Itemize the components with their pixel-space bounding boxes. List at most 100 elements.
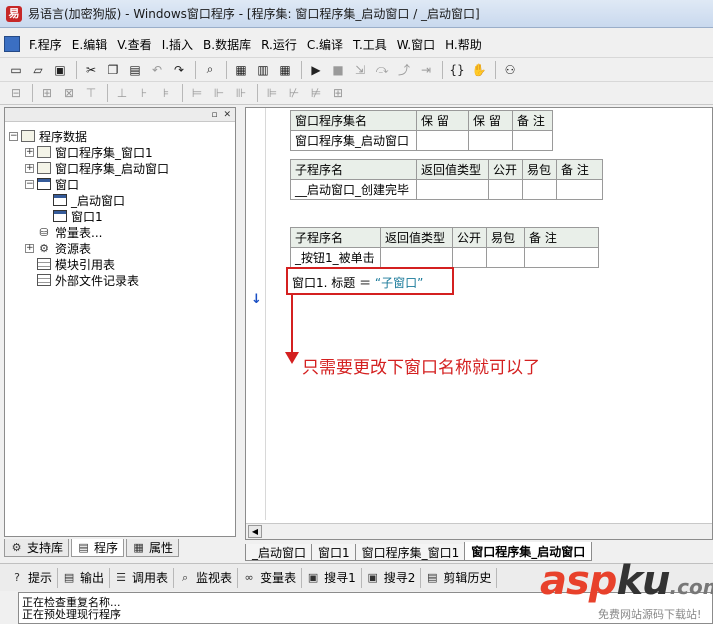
hint-icon: ?: [14, 571, 20, 584]
align-right-icon[interactable]: ⊠: [59, 83, 79, 103]
collapse-icon[interactable]: −: [9, 131, 18, 141]
layout-split-icon[interactable]: ▥: [253, 60, 273, 80]
expand-icon[interactable]: +: [25, 147, 34, 157]
new-file-icon[interactable]: ▭: [6, 60, 26, 80]
tab-support-library[interactable]: ⚙ 支持库: [4, 539, 70, 557]
table-cell[interactable]: [522, 179, 557, 200]
align-center-icon[interactable]: ⊞: [37, 83, 57, 103]
tree-item[interactable]: + 窗口程序集_窗口1: [9, 144, 235, 160]
align-middle-icon[interactable]: ⊥: [112, 83, 132, 103]
doc-tab-window1[interactable]: 窗口1: [311, 544, 357, 561]
expand-icon[interactable]: +: [25, 243, 34, 253]
braces-icon[interactable]: {}: [447, 60, 467, 80]
align-left-icon[interactable]: ⊟: [6, 83, 26, 103]
scroll-left-icon[interactable]: ◀: [248, 525, 262, 538]
table-cell[interactable]: [380, 247, 453, 268]
code-editor[interactable]: ↓ 窗口程序集名 保 留 保 留 备 注 窗口程序集_启动窗口 子程序名 返回值…: [245, 107, 713, 540]
cut-icon[interactable]: ✂: [81, 60, 101, 80]
annotation-arrow-line: [291, 294, 293, 354]
bottom-tab-search2[interactable]: ▣ 搜寻2: [362, 567, 422, 588]
tree-item[interactable]: − 程序数据: [9, 128, 235, 144]
tree-item[interactable]: 窗口1: [9, 208, 235, 224]
tree-item[interactable]: − 窗口: [9, 176, 235, 192]
align-bottom-icon[interactable]: ⊦: [134, 83, 154, 103]
run-icon[interactable]: ▶: [306, 60, 326, 80]
same-width-icon[interactable]: ⊧: [156, 83, 176, 103]
panel-restore-icon[interactable]: ▫: [211, 110, 217, 120]
layout-window-icon[interactable]: ▦: [231, 60, 251, 80]
collapse-icon[interactable]: −: [25, 179, 34, 189]
menu-edit[interactable]: E.编辑: [67, 36, 112, 53]
bottom-tab-clip-history[interactable]: ▤ 剪辑历史: [421, 567, 498, 588]
table-cell[interactable]: [488, 179, 523, 200]
doc-tab-assembly-window1[interactable]: 窗口程序集_窗口1: [354, 544, 467, 561]
table-cell[interactable]: [468, 130, 513, 151]
hand-icon[interactable]: ✋: [469, 60, 489, 80]
step-out-icon[interactable]: ⤴: [394, 60, 414, 80]
redo-icon[interactable]: ↷: [169, 60, 189, 80]
doc-tab-start-window[interactable]: _启动窗口: [245, 544, 314, 561]
step-over-icon[interactable]: ⤼: [372, 60, 392, 80]
app-icon: 易: [6, 5, 22, 22]
menu-help[interactable]: H.帮助: [440, 36, 487, 53]
toolbar-separator: [76, 60, 77, 79]
table-cell[interactable]: [452, 247, 487, 268]
tab-program[interactable]: ▤ 程序: [71, 539, 125, 557]
run-to-cursor-icon[interactable]: ⇥: [416, 60, 436, 80]
open-folder-icon[interactable]: ▱: [28, 60, 48, 80]
tree-item[interactable]: + ⚙ 资源表: [9, 240, 235, 256]
align-top-icon[interactable]: ⊤: [81, 83, 101, 103]
paste-icon[interactable]: ▤: [125, 60, 145, 80]
stop-icon[interactable]: ■: [328, 60, 348, 80]
table-cell[interactable]: [512, 130, 553, 151]
bottom-tab-output[interactable]: ▤ 输出: [58, 567, 111, 588]
save-icon[interactable]: ▣: [50, 60, 70, 80]
bottom-tab-watch[interactable]: ⌕ 监视表: [174, 567, 239, 588]
bottom-tab-hint[interactable]: ? 提示: [6, 567, 59, 588]
table-cell[interactable]: _按钮1_被单击: [290, 247, 381, 268]
layout-grid-icon[interactable]: ▦: [275, 60, 295, 80]
space-vertical-icon[interactable]: ⊫: [262, 83, 282, 103]
copy-icon[interactable]: ❐: [103, 60, 123, 80]
tree-item[interactable]: ⛁ 常量表...: [9, 224, 235, 240]
tree-item[interactable]: + 窗口程序集_启动窗口: [9, 160, 235, 176]
panel-close-icon[interactable]: ✕: [223, 110, 231, 120]
tree-item[interactable]: 外部文件记录表: [9, 272, 235, 288]
space-horizontal-icon[interactable]: ⊪: [231, 83, 251, 103]
menu-insert[interactable]: I.插入: [157, 36, 198, 53]
table-cell[interactable]: [416, 130, 469, 151]
grid-icon[interactable]: ⊞: [328, 83, 348, 103]
menu-run[interactable]: R.运行: [256, 36, 302, 53]
same-size-icon[interactable]: ⊩: [209, 83, 229, 103]
step-into-icon[interactable]: ⇲: [350, 60, 370, 80]
menu-view[interactable]: V.查看: [112, 36, 156, 53]
table-cell[interactable]: 窗口程序集_启动窗口: [290, 130, 417, 151]
find-icon[interactable]: ⌕: [200, 60, 220, 80]
table-cell[interactable]: __启动窗口_创建完毕: [290, 179, 417, 200]
menu-grip-icon: [4, 36, 20, 52]
bottom-tab-call-table[interactable]: ☰ 调用表: [110, 567, 175, 588]
bottom-tab-search1[interactable]: ▣ 搜寻1: [302, 567, 362, 588]
tab-properties[interactable]: ▦ 属性: [126, 539, 180, 557]
same-height-icon[interactable]: ⊨: [187, 83, 207, 103]
expand-icon[interactable]: +: [25, 163, 34, 173]
binoculars-icon[interactable]: ⚇: [500, 60, 520, 80]
module-icon: [37, 146, 51, 158]
bottom-tab-variable[interactable]: ∞ 变量表: [238, 567, 303, 588]
tree-item[interactable]: _启动窗口: [9, 192, 235, 208]
center-horizontal-icon[interactable]: ⊬: [284, 83, 304, 103]
table-cell[interactable]: [486, 247, 525, 268]
table-cell[interactable]: [416, 179, 489, 200]
menu-tools[interactable]: T.工具: [348, 36, 392, 53]
horizontal-scrollbar[interactable]: ◀: [246, 523, 712, 539]
center-vertical-icon[interactable]: ⊭: [306, 83, 326, 103]
undo-icon[interactable]: ↶: [147, 60, 167, 80]
tree-item[interactable]: 模块引用表: [9, 256, 235, 272]
table-cell[interactable]: [556, 179, 603, 200]
menu-compile[interactable]: C.编译: [302, 36, 348, 53]
menu-database[interactable]: B.数据库: [198, 36, 256, 53]
menu-window[interactable]: W.窗口: [392, 36, 440, 53]
menu-program[interactable]: F.程序: [24, 36, 67, 53]
table-cell[interactable]: [524, 247, 599, 268]
bottom-tab-label: 调用表: [132, 571, 169, 585]
